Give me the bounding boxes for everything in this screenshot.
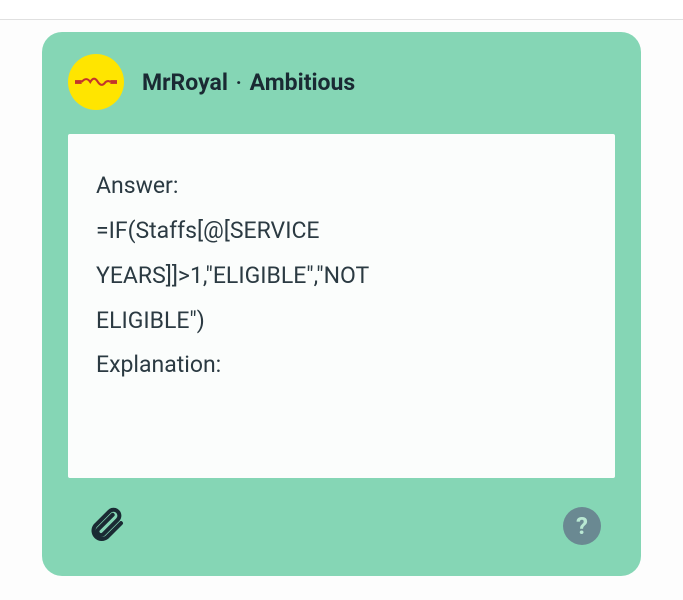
page-wrap: MrRoyal · Ambitious Answer: =IF(Staffs[@… [0,20,683,600]
user-avatar[interactable] [68,54,124,110]
username[interactable]: MrRoyal [142,69,228,96]
user-line: MrRoyal · Ambitious [142,69,355,96]
user-rank: Ambitious [250,69,356,96]
answer-body: Answer: =IF(Staffs[@[SERVICE YEARS]]>1,"… [68,134,615,478]
card-header: MrRoyal · Ambitious [68,54,615,110]
answer-card: MrRoyal · Ambitious Answer: =IF(Staffs[@… [42,32,641,576]
attachment-icon[interactable] [86,504,126,548]
separator-dot: · [236,71,242,94]
answer-formula: =IF(Staffs[@[SERVICE YEARS]]>1,"ELIGIBLE… [96,209,476,344]
help-icon[interactable]: ? [563,507,601,545]
answer-label: Answer: [96,164,587,209]
avatar-graphic-icon [75,74,117,90]
card-footer: ? [68,478,615,548]
explanation-label: Explanation: [96,343,587,388]
top-bar [0,0,683,20]
help-icon-glyph: ? [576,512,588,540]
